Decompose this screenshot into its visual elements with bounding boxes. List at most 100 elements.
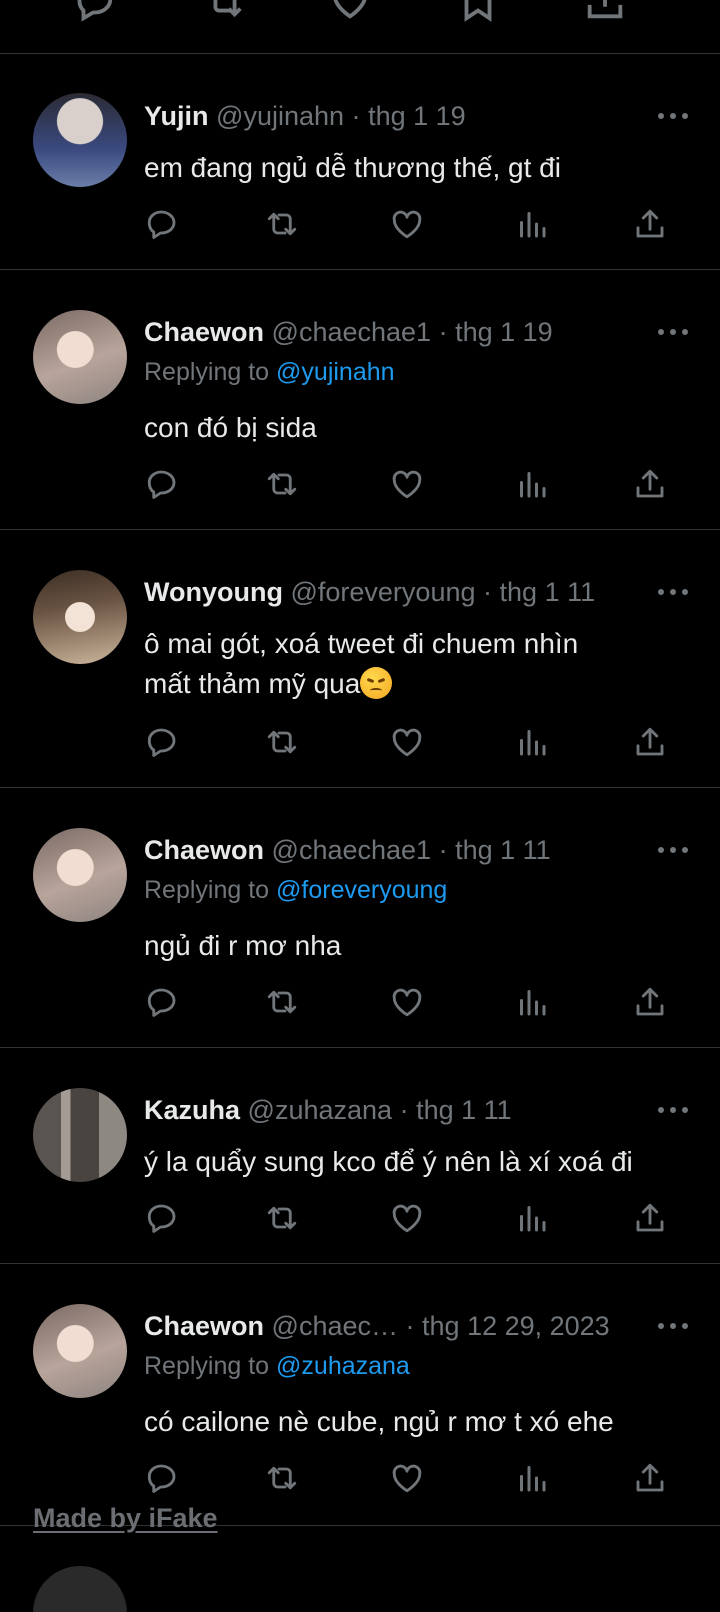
tweet-actions (144, 724, 684, 760)
replying-to-label: Replying to (144, 1352, 270, 1380)
replying-to: Replying to @foreveryoung (144, 872, 447, 908)
display-name[interactable]: Chaewon (144, 835, 264, 865)
share-icon[interactable] (632, 984, 668, 1020)
like-icon[interactable] (389, 724, 425, 760)
reply-icon[interactable] (144, 724, 180, 760)
timestamp[interactable]: thg 1 19 (368, 101, 466, 131)
timestamp[interactable]: thg 12 29, 2023 (422, 1311, 610, 1341)
avatar[interactable] (33, 1088, 127, 1182)
like-icon[interactable] (327, 0, 373, 24)
separator: · (405, 1311, 415, 1341)
timestamp[interactable]: thg 1 11 (416, 1095, 512, 1125)
handle[interactable]: @chaec… (272, 1311, 398, 1341)
avatar[interactable] (33, 1304, 127, 1398)
tweet-actions (144, 206, 684, 242)
mention-link[interactable]: @zuhazana (276, 1352, 410, 1380)
tweet[interactable]: Wonyoung @foreveryoung · thg 1 11 ô mai … (0, 530, 720, 788)
more-icon[interactable] (658, 111, 692, 121)
display-name[interactable]: Kazuha (144, 1095, 240, 1125)
tweet-actions (144, 984, 684, 1020)
retweet-icon[interactable] (202, 0, 248, 24)
display-name[interactable]: Yujin (144, 101, 209, 131)
tweet-text-line: mất thảm mỹ qua (144, 664, 680, 704)
tweet-actions (144, 466, 684, 502)
timestamp[interactable]: thg 1 11 (500, 577, 596, 607)
share-icon[interactable] (582, 0, 628, 24)
share-icon[interactable] (632, 724, 668, 760)
handle[interactable]: @foreveryoung (290, 577, 475, 607)
share-icon[interactable] (632, 466, 668, 502)
like-icon[interactable] (389, 984, 425, 1020)
share-icon[interactable] (632, 1460, 668, 1496)
handle[interactable]: @chaechae1 (272, 835, 432, 865)
tweet[interactable]: Chaewon @chaechae1 · thg 1 11 Replying t… (0, 788, 720, 1048)
avatar[interactable] (33, 93, 127, 187)
tweet-actions (144, 1460, 684, 1496)
separator: · (351, 101, 361, 131)
timestamp[interactable]: thg 1 11 (455, 835, 551, 865)
separator: · (483, 577, 493, 607)
tweet-header: Chaewon @chaechae1 · thg 1 11 (144, 832, 652, 868)
more-icon[interactable] (658, 327, 692, 337)
share-icon[interactable] (632, 206, 668, 242)
reply-icon[interactable] (144, 1460, 180, 1496)
more-icon[interactable] (658, 1321, 692, 1331)
retweet-icon[interactable] (264, 206, 300, 242)
like-icon[interactable] (389, 466, 425, 502)
handle[interactable]: @yujinahn (216, 101, 344, 131)
views-icon[interactable] (514, 206, 550, 242)
bookmark-icon[interactable] (455, 0, 501, 24)
views-icon[interactable] (514, 724, 550, 760)
more-icon[interactable] (658, 845, 692, 855)
disappointed-face-emoji-icon (360, 667, 393, 699)
views-icon[interactable] (514, 1200, 550, 1236)
reply-icon[interactable] (144, 466, 180, 502)
tweet-text: em đang ngủ dễ thương thế, gt đi (144, 152, 561, 183)
like-icon[interactable] (389, 1200, 425, 1236)
replying-to: Replying to @yujinahn (144, 354, 395, 390)
reply-icon[interactable] (144, 206, 180, 242)
mention-link[interactable]: @yujinahn (276, 358, 395, 386)
more-icon[interactable] (658, 1105, 692, 1115)
handle[interactable]: @chaechae1 (272, 317, 432, 347)
replying-to-label: Replying to (144, 876, 270, 904)
reply-icon[interactable] (144, 1200, 180, 1236)
more-icon[interactable] (658, 587, 692, 597)
views-icon[interactable] (514, 984, 550, 1020)
like-icon[interactable] (389, 1460, 425, 1496)
retweet-icon[interactable] (264, 466, 300, 502)
tweet[interactable]: Kazuha @zuhazana · thg 1 11 ý la quẩy su… (0, 1048, 720, 1264)
tweet[interactable]: Yujin @yujinahn · thg 1 19 em đang ngủ d… (0, 54, 720, 270)
reply-icon[interactable] (72, 0, 118, 24)
mention-link[interactable]: @foreveryoung (276, 876, 447, 904)
replying-to-label: Replying to (144, 358, 270, 386)
views-icon[interactable] (514, 1460, 550, 1496)
tweet[interactable]: Chaewon @chaechae1 · thg 1 19 Replying t… (0, 270, 720, 530)
tweet-actions (144, 1200, 684, 1236)
separator: · (438, 835, 448, 865)
share-icon[interactable] (632, 1200, 668, 1236)
avatar[interactable] (33, 570, 127, 664)
tweet-header: Kazuha @zuhazana · thg 1 11 (144, 1092, 652, 1128)
display-name[interactable]: Wonyoung (144, 577, 283, 607)
tweet-header: Yujin @yujinahn · thg 1 19 (144, 98, 652, 134)
handle[interactable]: @zuhazana (248, 1095, 393, 1125)
retweet-icon[interactable] (264, 1200, 300, 1236)
reply-icon[interactable] (144, 984, 180, 1020)
tweet-header: Chaewon @chaec… · thg 12 29, 2023 (144, 1308, 652, 1344)
avatar[interactable] (33, 310, 127, 404)
retweet-icon[interactable] (264, 1460, 300, 1496)
tweet-header: Wonyoung @foreveryoung · thg 1 11 (144, 574, 652, 610)
tweet-text-fragment: mất thảm mỹ qua (144, 668, 361, 699)
avatar[interactable] (33, 1566, 127, 1612)
avatar[interactable] (33, 828, 127, 922)
retweet-icon[interactable] (264, 724, 300, 760)
retweet-icon[interactable] (264, 984, 300, 1020)
tweet[interactable]: Chaewon @chaec… · thg 12 29, 2023 Replyi… (0, 1264, 720, 1526)
timestamp[interactable]: thg 1 19 (455, 317, 553, 347)
display-name[interactable]: Chaewon (144, 317, 264, 347)
like-icon[interactable] (389, 206, 425, 242)
views-icon[interactable] (514, 466, 550, 502)
tweet-text-line: ô mai gót, xoá tweet đi chuem nhìn (144, 628, 579, 659)
display-name[interactable]: Chaewon (144, 1311, 264, 1341)
